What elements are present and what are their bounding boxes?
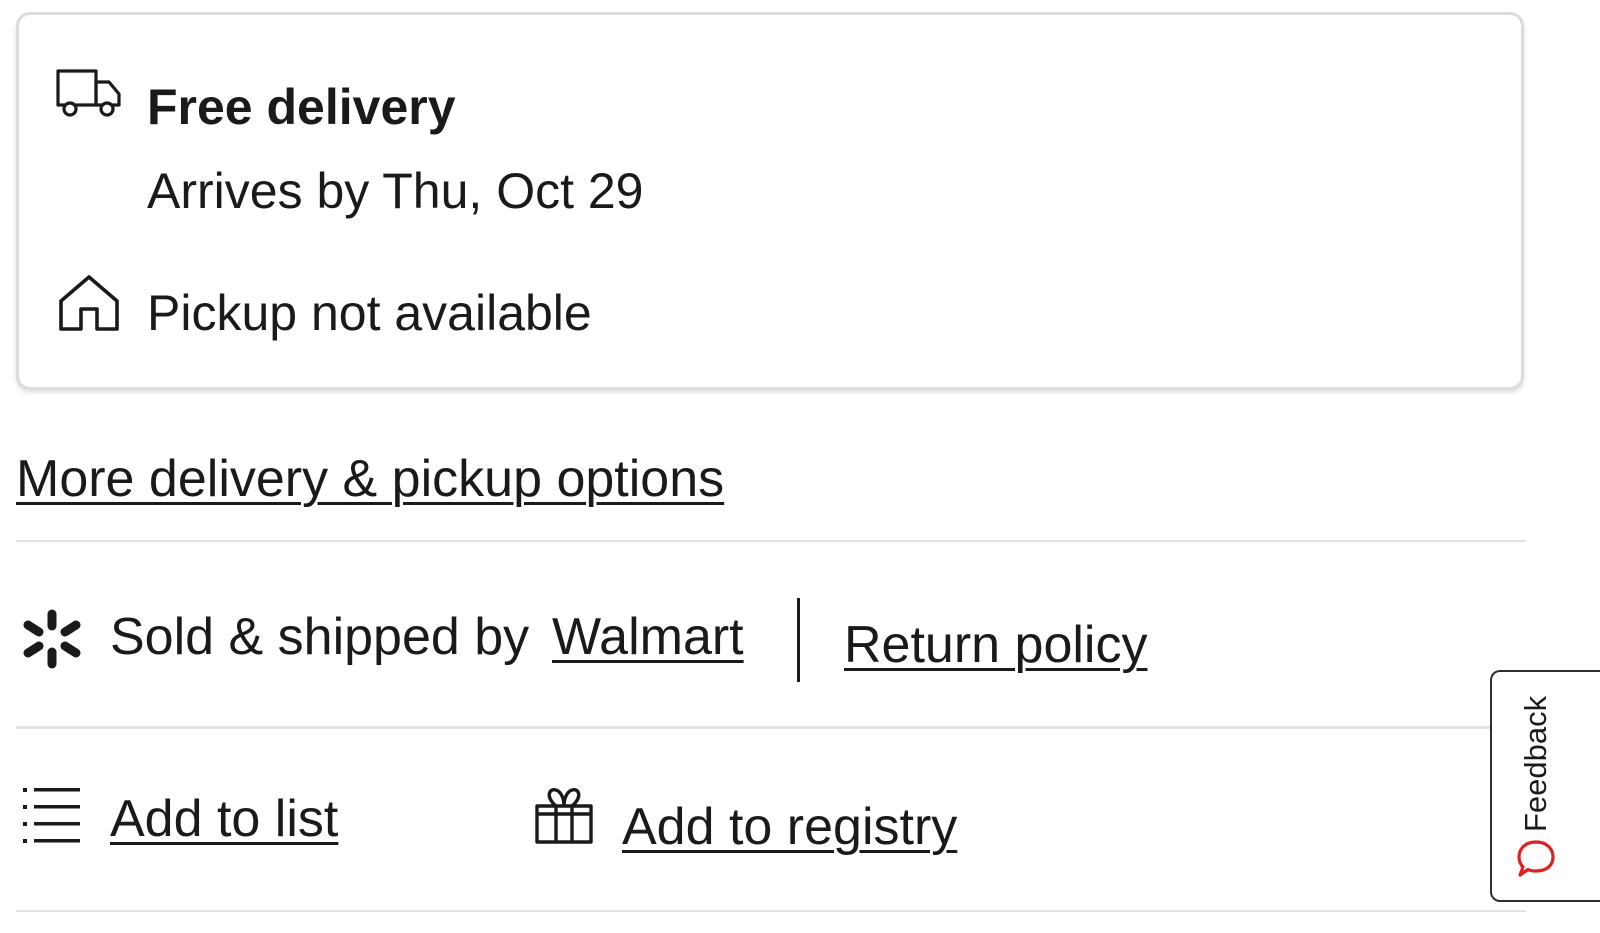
add-to-registry-link[interactable]: Add to registry [622, 794, 957, 860]
more-delivery-pickup-options-link[interactable]: More delivery & pickup options [16, 446, 724, 512]
section-divider [16, 540, 1526, 542]
truck-icon [56, 69, 121, 117]
return-policy-link[interactable]: Return policy [844, 612, 1147, 678]
add-to-list-link[interactable]: Add to list [110, 786, 338, 852]
vertical-separator [797, 598, 800, 682]
home-icon [59, 275, 119, 331]
feedback-tab[interactable]: Feedback [1490, 670, 1600, 902]
delivery-options-card: Free delivery Arrives by Thu, Oct 29 Pic… [16, 12, 1524, 390]
section-divider [16, 910, 1526, 912]
sold-shipped-by-text: Sold & shipped by [110, 608, 530, 666]
feedback-label: Feedback [1518, 695, 1553, 832]
arrival-date-text: Arrives by Thu, Oct 29 [147, 163, 644, 219]
section-divider [16, 726, 1526, 729]
pickup-status-text: Pickup not available [147, 285, 592, 341]
free-delivery-title: Free delivery [147, 79, 456, 135]
gift-icon [535, 788, 593, 844]
walmart-spark-icon [23, 609, 81, 669]
list-icon [23, 788, 80, 843]
seller-walmart-link[interactable]: Walmart [552, 604, 744, 670]
chat-bubble-icon [1517, 840, 1555, 877]
